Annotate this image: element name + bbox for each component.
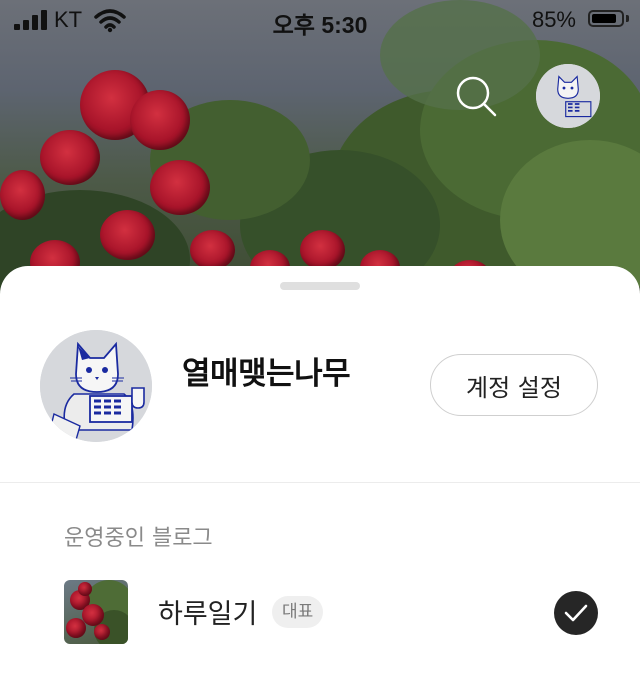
cat-illustration-icon: [40, 330, 152, 442]
search-icon: [456, 76, 497, 117]
profile-name: 열매맺는나무: [182, 356, 351, 392]
section-divider: [0, 482, 640, 483]
blog-cover-photo: [0, 0, 640, 300]
battery-percent: 85%: [531, 7, 576, 32]
blogs-section-title: 운영중인 블로그: [64, 526, 213, 551]
account-bottom-sheet: 열매맺는나무 계정 설정 운영중인 블로그 하루일기 대표: [0, 266, 640, 676]
blog-name: 하루일기: [158, 599, 258, 630]
battery-tip: [626, 15, 629, 22]
profile-avatar-button[interactable]: [536, 64, 600, 128]
account-settings-button[interactable]: 계정 설정: [430, 354, 598, 416]
battery-icon: [588, 10, 624, 27]
search-button[interactable]: [454, 74, 498, 118]
selected-check-button[interactable]: [554, 591, 598, 635]
checkmark-icon: [564, 604, 588, 622]
sheet-drag-handle[interactable]: [280, 282, 360, 290]
status-bar: KT 오후 5:30 85%: [0, 0, 640, 44]
blog-thumbnail: [64, 580, 128, 644]
blog-list-item[interactable]: 하루일기 대표: [0, 576, 640, 648]
cat-illustration-avatar: [536, 64, 600, 128]
representative-badge: 대표: [272, 596, 324, 628]
profile-avatar: [40, 330, 152, 442]
